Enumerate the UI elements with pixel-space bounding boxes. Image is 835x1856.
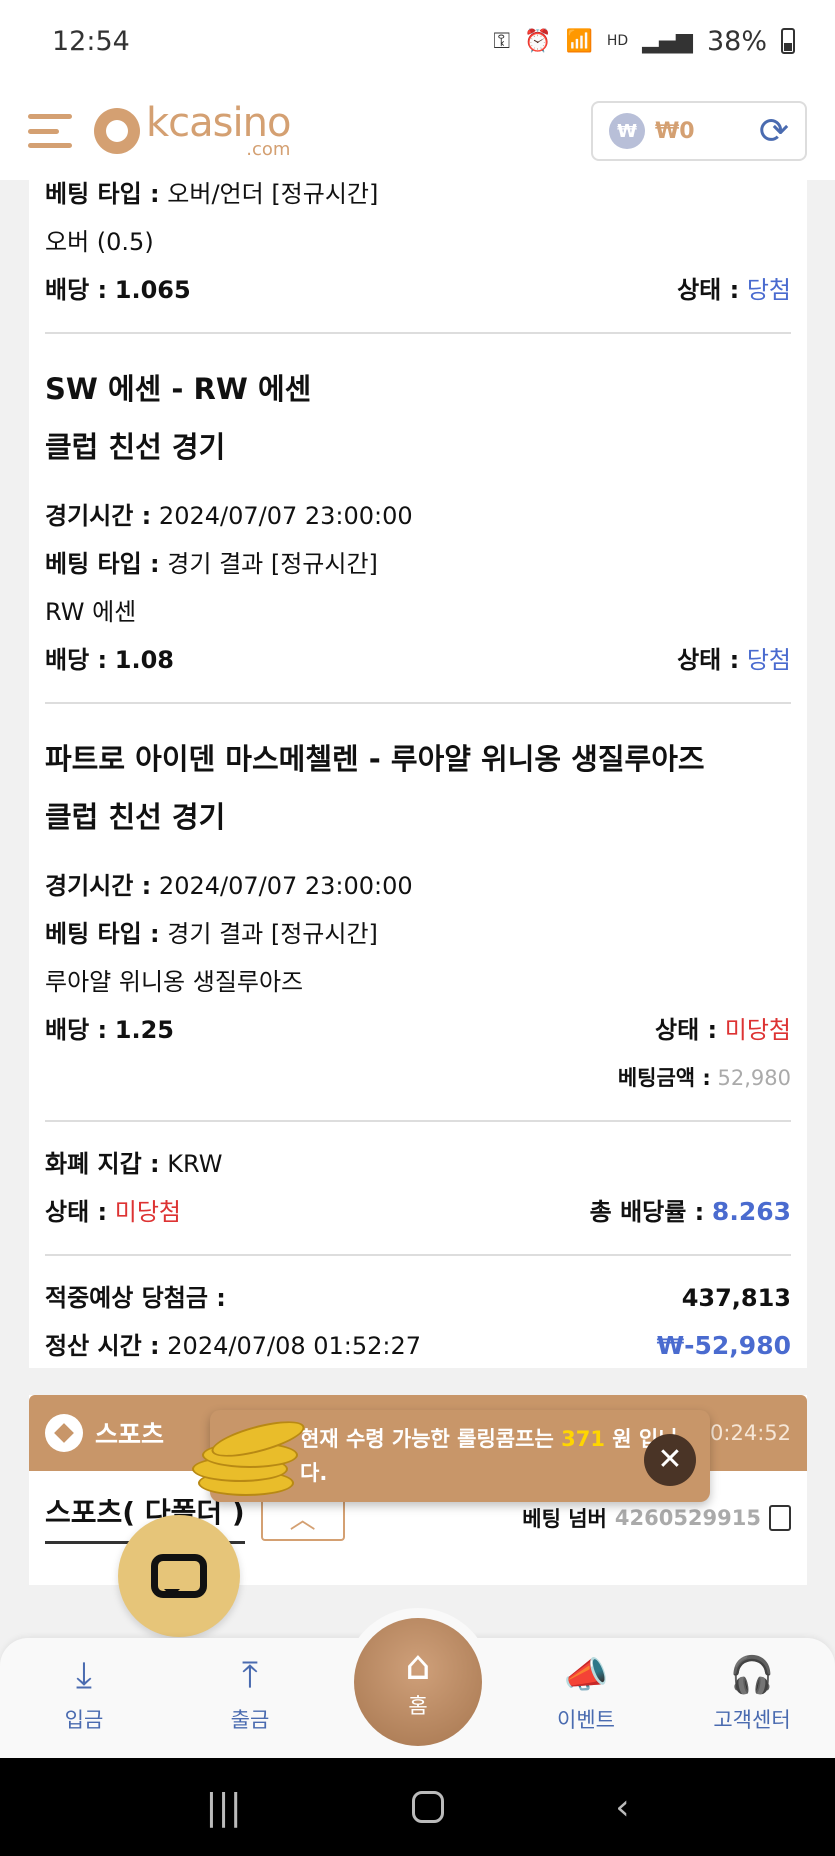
status-badge: 당첨	[746, 276, 791, 304]
logo[interactable]: kcasino .com	[94, 100, 291, 160]
status-badge: 미당첨	[114, 1198, 182, 1226]
match-title: 파트로 아이덴 마스메첼렌 - 루아얄 위니옹 생질루아즈	[45, 742, 705, 776]
expected-win-row: 적중예상 당첨금 : 437,813	[45, 1274, 791, 1322]
bet-number: 베팅 넘버 4260529915	[522, 1503, 791, 1538]
odds-status-row: 배당 : 1.08 상태 : 당첨	[45, 646, 791, 674]
close-icon[interactable]: ✕	[644, 1434, 696, 1486]
bet-type-row: 베팅 타입 : 경기 결과 [정규시간]	[45, 920, 378, 948]
nav-support[interactable]: 🎧 고객센터	[692, 1654, 812, 1734]
divider	[45, 702, 791, 704]
wifi-icon: 📶	[565, 28, 593, 54]
toast-amount: 371	[561, 1427, 605, 1451]
logo-brand: kcasino	[146, 100, 291, 146]
back-icon[interactable]: ‹	[615, 1787, 629, 1828]
recents-icon[interactable]: |||	[205, 1787, 241, 1828]
status-badge: 당첨	[746, 646, 791, 674]
settle-amount: ₩-52,980	[656, 1331, 791, 1360]
divider	[45, 332, 791, 334]
divider	[45, 1254, 791, 1256]
wallet-balance[interactable]: ₩ ₩0 ⟳	[591, 101, 807, 161]
headset-icon: 🎧	[729, 1655, 775, 1696]
app-header: kcasino .com ₩ ₩0 ⟳	[0, 82, 835, 180]
sports-label: 스포츠	[95, 1420, 165, 1449]
stake-row: 베팅금액 : 52,980	[617, 1066, 791, 1090]
status-badge: 미당첨	[724, 1016, 791, 1044]
status-bar: 12:54 ⚿ ⏰ 📶 HD ▂▄▆ 38%	[0, 0, 835, 82]
bet-pick: 루아얄 위니옹 생질루아즈	[45, 968, 304, 996]
bet-type-row: 베팅 타입 : 경기 결과 [정규시간]	[45, 550, 378, 578]
odds-status-row: 배당 : 1.065 상태 : 당첨	[45, 276, 791, 304]
hd-label: HD	[606, 33, 629, 49]
withdraw-icon: ⤒	[242, 1655, 258, 1696]
toast-message: 현재 수령 가능한 롤링콤프는 371 원 입니다.	[300, 1427, 678, 1485]
match-header: 파트로 아이덴 마스메첼렌 - 루아얄 위니옹 생질루아즈 클럽 친선 경기	[45, 722, 791, 862]
key-icon: ⚿	[493, 28, 511, 54]
stake-value: 52,980	[717, 1066, 791, 1090]
deposit-icon: ⤓	[76, 1655, 92, 1696]
match-title: SW 에센 - RW 에센	[45, 372, 312, 406]
status-time: 12:54	[52, 25, 130, 57]
battery-icon	[781, 28, 795, 54]
signal-icon: ▂▄▆	[642, 28, 693, 54]
odds-status-row: 배당 : 1.25 상태 : 미당첨	[45, 1016, 791, 1044]
soccer-ball-icon	[45, 1414, 83, 1452]
bet-type-row: 베팅 타입 : 오버/언더 [정규시간]	[45, 180, 379, 208]
summary-status-row: 상태 : 미당첨 총 배당률 : 8.263	[45, 1197, 791, 1226]
bet-pick: RW 에센	[45, 598, 137, 626]
poker-chip-icon	[94, 108, 140, 154]
status-icons: ⚿ ⏰ 📶 HD ▂▄▆ 38%	[493, 26, 795, 57]
nav-withdraw[interactable]: ⤒ 출금	[190, 1654, 310, 1734]
copy-icon[interactable]	[764, 1504, 791, 1538]
match-league: 클럽 친선 경기	[45, 800, 226, 834]
megaphone-icon: 📣	[563, 1655, 609, 1696]
alarm-icon: ⏰	[524, 28, 552, 54]
system-home-icon[interactable]	[412, 1791, 445, 1823]
home-icon: ⌂	[405, 1643, 431, 1689]
gold-coins-icon	[190, 1414, 308, 1498]
bet-detail-card: 베팅 타입 : 오버/언더 [정규시간] 오버 (0.5) 배당 : 1.065…	[29, 180, 807, 1368]
balance-value: ₩0	[655, 118, 695, 144]
menu-icon[interactable]	[28, 110, 72, 152]
expected-win-value: 437,813	[681, 1284, 791, 1312]
chat-button[interactable]	[118, 1515, 240, 1637]
match-header: SW 에센 - RW 에센 클럽 친선 경기	[45, 352, 791, 492]
match-time-row: 경기시간 : 2024/07/07 23:00:00	[45, 502, 413, 530]
wallet-row: 화폐 지갑 : KRW	[45, 1150, 223, 1178]
nav-deposit[interactable]: ⤓ 입금	[24, 1654, 144, 1734]
won-icon: ₩	[609, 113, 645, 149]
settle-row: 정산 시간 : 2024/07/08 01:52:27 ₩-52,980	[45, 1322, 791, 1370]
match-league: 클럽 친선 경기	[45, 430, 226, 464]
system-nav: ||| ‹	[0, 1758, 835, 1856]
battery-percent: 38%	[706, 25, 767, 57]
bet-pick: 오버 (0.5)	[45, 228, 154, 256]
chat-icon	[151, 1554, 207, 1598]
refresh-icon[interactable]: ⟳	[759, 111, 789, 152]
logo-domain: .com	[246, 139, 291, 160]
total-odds: 8.263	[711, 1197, 791, 1226]
match-time-row: 경기시간 : 2024/07/07 23:00:00	[45, 872, 413, 900]
nav-event[interactable]: 📣 이벤트	[526, 1654, 646, 1734]
divider	[45, 1120, 791, 1122]
nav-home[interactable]: ⌂ 홈	[354, 1618, 482, 1746]
